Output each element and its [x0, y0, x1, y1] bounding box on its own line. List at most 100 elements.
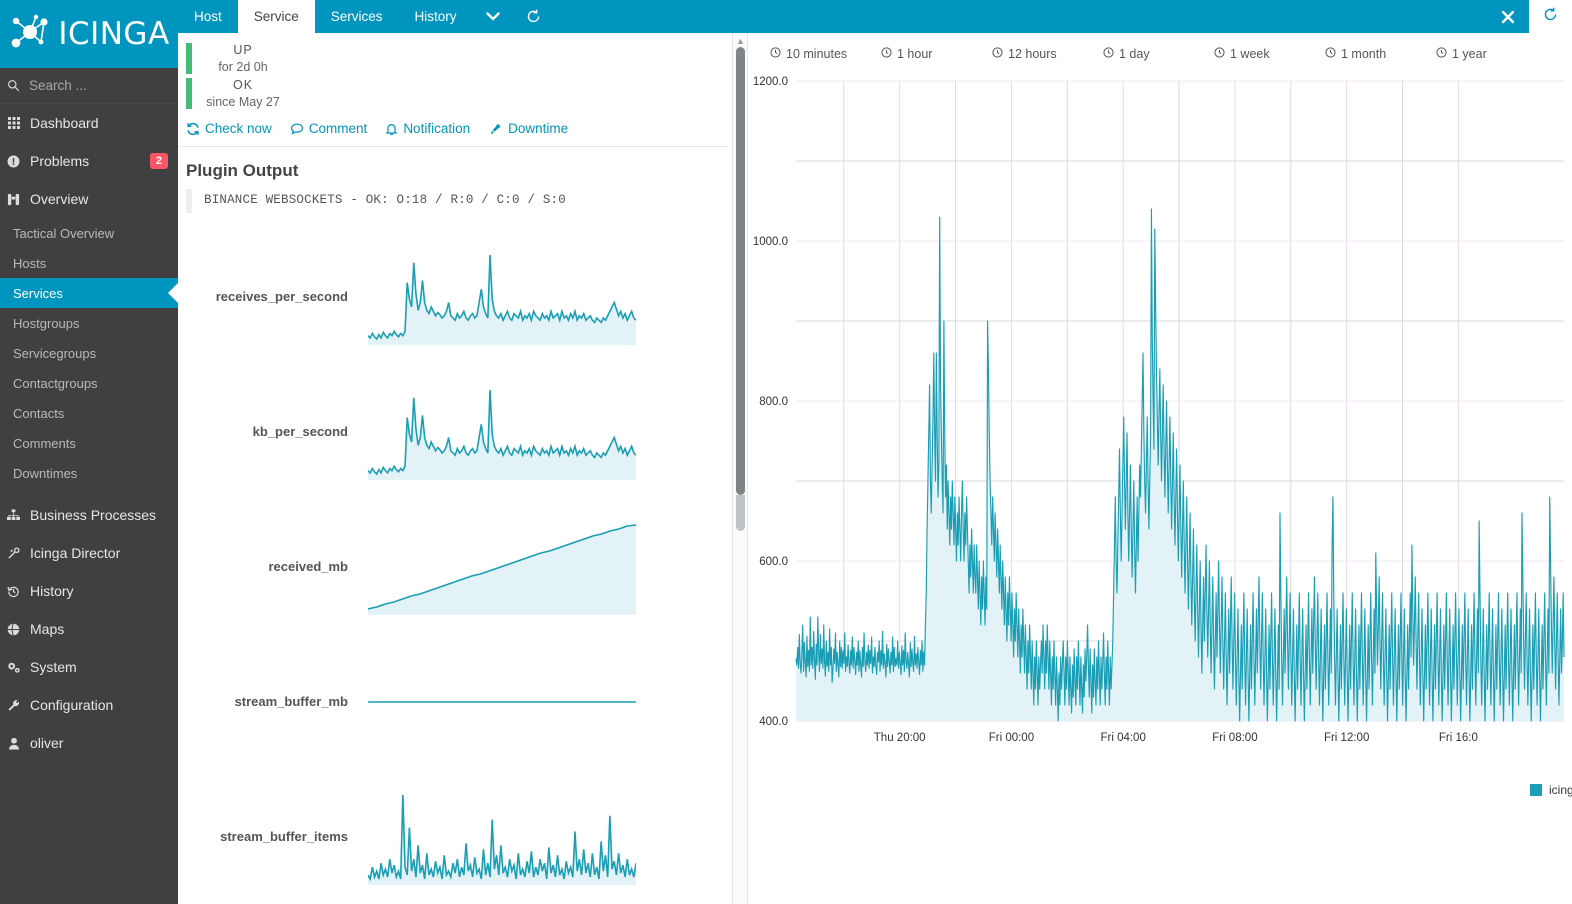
svg-text:1000.0: 1000.0	[753, 236, 788, 248]
tab-service[interactable]: Service	[237, 0, 315, 33]
sidebar-item-configuration[interactable]: Configuration	[0, 686, 178, 724]
tab-host[interactable]: Host	[178, 0, 238, 33]
scrollbar-thumb[interactable]	[736, 47, 745, 495]
svg-text:Thu 20:00: Thu 20:00	[874, 732, 926, 744]
sidebar-item-hosts[interactable]: Hosts	[0, 248, 178, 278]
sidebar-label: System	[30, 659, 77, 675]
clock-icon	[770, 47, 781, 61]
sidebar-label: Icinga Director	[30, 545, 121, 561]
sidebar-sub-label: Hostgroups	[13, 315, 80, 331]
timerange-label: 1 year	[1452, 47, 1487, 61]
sidebar-sub-label: Servicegroups	[13, 345, 97, 361]
tab-history[interactable]: History	[399, 0, 473, 33]
sidebar-item-icinga-director[interactable]: Icinga Director	[0, 534, 178, 572]
timerange-1-week[interactable]: 1 week	[1214, 47, 1325, 61]
timerange-10-minutes[interactable]: 10 minutes	[770, 47, 881, 61]
svg-text:Fri 00:00: Fri 00:00	[989, 732, 1034, 744]
sparkline-row: stream_buffer_mb	[178, 634, 747, 769]
host-state: UP	[233, 43, 253, 57]
close-pane-button[interactable]	[1487, 0, 1529, 33]
sparkline-receives-per-second[interactable]	[368, 249, 636, 345]
tab-services[interactable]: Services	[315, 0, 399, 33]
timerange-1-day[interactable]: 1 day	[1103, 47, 1214, 61]
sidebar-sub-label: Tactical Overview	[13, 225, 115, 241]
action-label: Downtime	[508, 121, 569, 136]
sidebar-item-tactical-overview[interactable]: Tactical Overview	[0, 218, 178, 248]
scrollbar-track[interactable]	[736, 495, 745, 531]
action-label: Notification	[403, 121, 471, 136]
sidebar-item-dashboard[interactable]: Dashboard	[0, 104, 178, 142]
sidebar: ICINGA ✕ Dashboard	[0, 0, 178, 904]
sidebar-item-hostgroups[interactable]: Hostgroups	[0, 308, 178, 338]
sidebar-item-contacts[interactable]: Contacts	[0, 398, 178, 428]
scroll-up-icon[interactable]: ▲	[733, 36, 747, 46]
main-region: Host Service Services History UP for 2d …	[178, 0, 1572, 904]
sidebar-label: Problems	[30, 153, 90, 169]
sidebar-item-servicegroups[interactable]: Servicegroups	[0, 338, 178, 368]
clock-icon	[992, 47, 1003, 61]
exclamation-circle-icon	[6, 155, 21, 168]
sidebar-item-problems[interactable]: Problems 2	[0, 142, 178, 180]
sidebar-item-user[interactable]: oliver	[0, 724, 178, 762]
sparkline-label: stream_buffer_items	[220, 829, 348, 844]
svg-text:Fri 04:00: Fri 04:00	[1100, 732, 1145, 744]
comment-button[interactable]: Comment	[290, 121, 368, 136]
main-chart[interactable]: 400.0 600.0 800.0 1000.0 1200.0 Thu 20:00 Fri …	[748, 69, 1572, 769]
sidebar-item-overview[interactable]: Overview	[0, 180, 178, 218]
sparkline-row: receives_per_second	[178, 229, 747, 364]
sidebar-item-maps[interactable]: Maps	[0, 610, 178, 648]
sidebar-label: Dashboard	[30, 115, 99, 131]
timerange-1-hour[interactable]: 1 hour	[881, 47, 992, 61]
search-input[interactable]	[29, 78, 178, 93]
tab-label: History	[414, 9, 457, 24]
downtime-button[interactable]: Downtime	[488, 121, 568, 136]
sparkline-label: stream_buffer_mb	[234, 694, 348, 709]
clock-icon	[1325, 47, 1336, 61]
timerange-label: 1 day	[1119, 47, 1150, 61]
svg-text:1200.0: 1200.0	[753, 76, 788, 88]
tab-label: Service	[253, 9, 299, 24]
sparkline-received-mb[interactable]	[368, 519, 636, 615]
sparkline-kb-per-second[interactable]	[368, 384, 636, 480]
detail-scrollbar[interactable]: ▲	[732, 33, 747, 904]
sidebar-label: Business Processes	[30, 507, 157, 523]
status-row-host: UP for 2d 0h	[186, 43, 747, 74]
timerange-1-month[interactable]: 1 month	[1325, 47, 1436, 61]
sidebar-item-services[interactable]: Services	[0, 278, 178, 308]
brand-logo[interactable]: ICINGA	[0, 0, 178, 68]
timerange-label: 10 minutes	[786, 47, 848, 61]
sparkline-stream-buffer-mb[interactable]	[368, 654, 636, 750]
comment-icon	[290, 122, 304, 136]
chevron-down-icon[interactable]	[473, 0, 513, 33]
sidebar-label: oliver	[30, 735, 64, 751]
tab-label: Services	[330, 9, 383, 24]
notification-button[interactable]: Notification	[385, 121, 470, 136]
binoculars-icon	[6, 193, 21, 206]
timerange-12-hours[interactable]: 12 hours	[992, 47, 1103, 61]
sidebar-item-history[interactable]: History	[0, 572, 178, 610]
host-state-since: for 2d 0h	[218, 60, 268, 74]
action-label: Comment	[308, 121, 368, 136]
sidebar-item-business-processes[interactable]: Business Processes	[0, 496, 178, 534]
check-now-button[interactable]: Check now	[186, 121, 272, 136]
svg-text:600.0: 600.0	[759, 556, 788, 568]
clock-icon	[1436, 47, 1447, 61]
refresh-icon[interactable]	[513, 0, 554, 33]
sparkline-label: receives_per_second	[215, 289, 348, 304]
sidebar-sub-label: Services	[13, 285, 63, 301]
search-bar[interactable]: ✕	[0, 68, 178, 104]
timerange-1-year[interactable]: 1 year	[1436, 47, 1547, 61]
time-range-selector: 10 minutes 1 hour 12 hours 1 day 1 week …	[748, 33, 1572, 61]
sidebar-item-system[interactable]: System	[0, 648, 178, 686]
globe-icon	[6, 622, 21, 636]
sidebar-item-comments[interactable]: Comments	[0, 428, 178, 458]
plug-icon	[488, 122, 503, 136]
svg-text:Fri 08:00: Fri 08:00	[1212, 732, 1257, 744]
sparkline-stream-buffer-items[interactable]	[368, 789, 636, 885]
sidebar-item-contactgroups[interactable]: Contactgroups	[0, 368, 178, 398]
sidebar-item-downtimes[interactable]: Downtimes	[0, 458, 178, 488]
content-area: UP for 2d 0h OK since May 27 Check now C…	[178, 33, 1572, 904]
chart-refresh-button[interactable]	[1529, 0, 1572, 33]
cogs-icon	[6, 661, 21, 674]
grid-icon	[6, 117, 21, 129]
